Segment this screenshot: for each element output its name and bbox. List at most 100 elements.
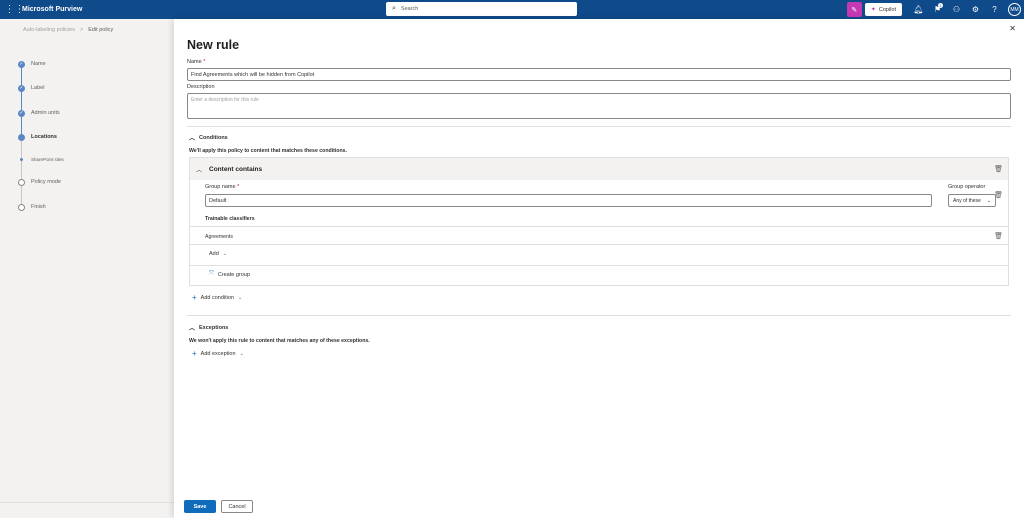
- description-placeholder: Enter a description for this rule: [191, 97, 259, 103]
- step-locations[interactable]: Locations: [15, 131, 155, 143]
- copilot-label: Copilot: [878, 6, 896, 13]
- required-marker: *: [203, 59, 206, 65]
- description-field[interactable]: Enter a description for this rule: [187, 93, 1011, 119]
- breadcrumb-separator: >: [79, 27, 84, 33]
- add-dropdown[interactable]: Add ⌄: [209, 251, 227, 257]
- group-name-field[interactable]: Default: [205, 194, 932, 207]
- create-group-label: Create group: [217, 271, 250, 278]
- condition-group: Group name * Default Group operator Any …: [190, 180, 1008, 287]
- exceptions-heading: Exceptions: [199, 324, 229, 331]
- add-condition-button[interactable]: + Add condition ⌄: [192, 293, 242, 302]
- step-label: Admin units: [31, 110, 60, 116]
- chevron-up-icon: ︿: [196, 167, 203, 174]
- app-launcher-icon[interactable]: ⋮⋮⋮: [0, 0, 25, 19]
- avatar[interactable]: MM: [1008, 3, 1021, 16]
- delete-icon[interactable]: 🗑︎: [994, 191, 1003, 199]
- chevron-down-icon: ⌄: [986, 197, 991, 204]
- group-operator-label: Group operator: [948, 184, 986, 190]
- people-icon[interactable]: ⚇: [947, 0, 966, 19]
- divider: [190, 226, 1008, 227]
- check-icon: ✓: [18, 60, 25, 68]
- add-label: Add: [209, 251, 219, 257]
- check-icon: ✓: [18, 84, 25, 92]
- wizard-nav: Auto-labeling policies > Edit policy ✓ Nam…: [0, 19, 174, 518]
- create-group-button[interactable]: ⤧ Create group: [209, 271, 250, 278]
- step-finish[interactable]: Finish: [15, 201, 155, 213]
- page-title: New rule: [187, 38, 240, 52]
- bell-icon[interactable]: 🔔︎: [909, 0, 928, 19]
- exceptions-toggle[interactable]: ︿ Exceptions: [189, 323, 229, 333]
- current-step-dot: [18, 133, 25, 141]
- cancel-button[interactable]: Cancel: [221, 500, 253, 513]
- classifier-item: Agreements: [205, 234, 233, 240]
- group-operator-value: Any of these: [953, 197, 981, 204]
- pending-step-dot: [18, 178, 25, 186]
- add-condition-label: Add condition: [200, 294, 235, 301]
- add-exception-button[interactable]: + Add exception ⌄: [192, 349, 244, 358]
- pending-step-dot: [18, 203, 25, 211]
- step-label: Finish: [31, 204, 46, 210]
- add-exception-label: Add exception: [200, 350, 236, 357]
- chevron-up-icon: ︿: [189, 326, 196, 332]
- search-icon: ⌕: [392, 5, 396, 12]
- breadcrumb: Auto-labeling policies > Edit policy: [23, 27, 113, 33]
- steps-line-progress: [21, 64, 22, 137]
- new-rule-panel: ✕ New rule Name * Find Agreements which …: [174, 19, 1024, 518]
- divider: [190, 244, 1008, 245]
- step-admin-units[interactable]: ✓ Admin units: [15, 107, 155, 119]
- copilot-tile-icon[interactable]: ✎: [846, 2, 862, 17]
- delete-icon[interactable]: 🗑︎: [994, 232, 1003, 240]
- group-name-value: Default: [209, 198, 227, 204]
- plus-icon: +: [192, 349, 197, 358]
- group-name-label-text: Group name: [205, 184, 236, 190]
- notifications-icon[interactable]: ⚑ 1: [928, 0, 947, 19]
- conditions-description: We'll apply this policy to content that …: [189, 148, 347, 154]
- gear-icon[interactable]: ⚙: [966, 0, 985, 19]
- chevron-up-icon: ︿: [189, 136, 196, 142]
- breadcrumb-current: Edit policy: [88, 27, 114, 33]
- required-marker: *: [237, 184, 240, 190]
- divider: [190, 265, 1008, 266]
- divider: [187, 126, 1011, 127]
- chevron-down-icon: ⌄: [238, 294, 243, 301]
- group-name-label: Group name *: [205, 184, 239, 190]
- search-placeholder: Search: [400, 6, 419, 12]
- name-field[interactable]: Find Agreements which will be hidden fro…: [187, 68, 1011, 81]
- panel-footer: Save Cancel: [174, 494, 1024, 518]
- content-contains-header[interactable]: ︿ Content contains 🗑︎: [190, 158, 1008, 180]
- breadcrumb-parent[interactable]: Auto-labeling policies: [23, 27, 75, 33]
- step-policy-mode[interactable]: Policy mode: [15, 176, 155, 188]
- notification-badge: 1: [938, 3, 943, 8]
- group-operator-select[interactable]: Any of these ⌄: [948, 194, 996, 207]
- divider: [0, 502, 174, 503]
- top-bar: ⋮⋮⋮ Microsoft Purview ⌕ Search ✎ ✦ Copil…: [0, 0, 1024, 19]
- help-icon[interactable]: ?: [985, 0, 1004, 19]
- divider: [187, 315, 1011, 316]
- chevron-down-icon: ⌄: [222, 251, 227, 257]
- step-label: SharePoint sites: [31, 156, 64, 162]
- copilot-button[interactable]: ✦ Copilot: [864, 3, 902, 16]
- app-name[interactable]: Microsoft Purview: [22, 6, 82, 13]
- exceptions-description: We won't apply this rule to content that…: [189, 338, 370, 344]
- step-label: Locations: [31, 134, 57, 140]
- plus-icon: +: [192, 293, 197, 302]
- step-label: Policy mode: [31, 179, 61, 185]
- name-field-label: Name *: [187, 59, 205, 65]
- chevron-down-icon: ⌄: [239, 350, 244, 357]
- step-label: Label: [31, 85, 45, 91]
- content-contains-card: ︿ Content contains 🗑︎ Group name * Defau…: [189, 157, 1009, 286]
- conditions-toggle[interactable]: ︿ Conditions: [189, 133, 228, 143]
- create-group-icon: ⤧: [209, 271, 214, 277]
- step-label: Name: [31, 61, 46, 67]
- step-label-step[interactable]: ✓ Label: [15, 82, 155, 94]
- step-sharepoint-sites[interactable]: SharePoint sites: [15, 153, 155, 165]
- content-contains-title: Content contains: [209, 165, 263, 173]
- copilot-icon: ✦: [870, 7, 876, 13]
- save-button[interactable]: Save: [184, 500, 216, 513]
- search-input[interactable]: ⌕ Search: [386, 2, 577, 16]
- delete-icon[interactable]: 🗑︎: [994, 165, 1003, 173]
- check-icon: ✓: [18, 109, 25, 117]
- close-icon[interactable]: ✕: [1009, 24, 1016, 33]
- substep-dot: [20, 157, 23, 161]
- step-name[interactable]: ✓ Name: [15, 58, 155, 70]
